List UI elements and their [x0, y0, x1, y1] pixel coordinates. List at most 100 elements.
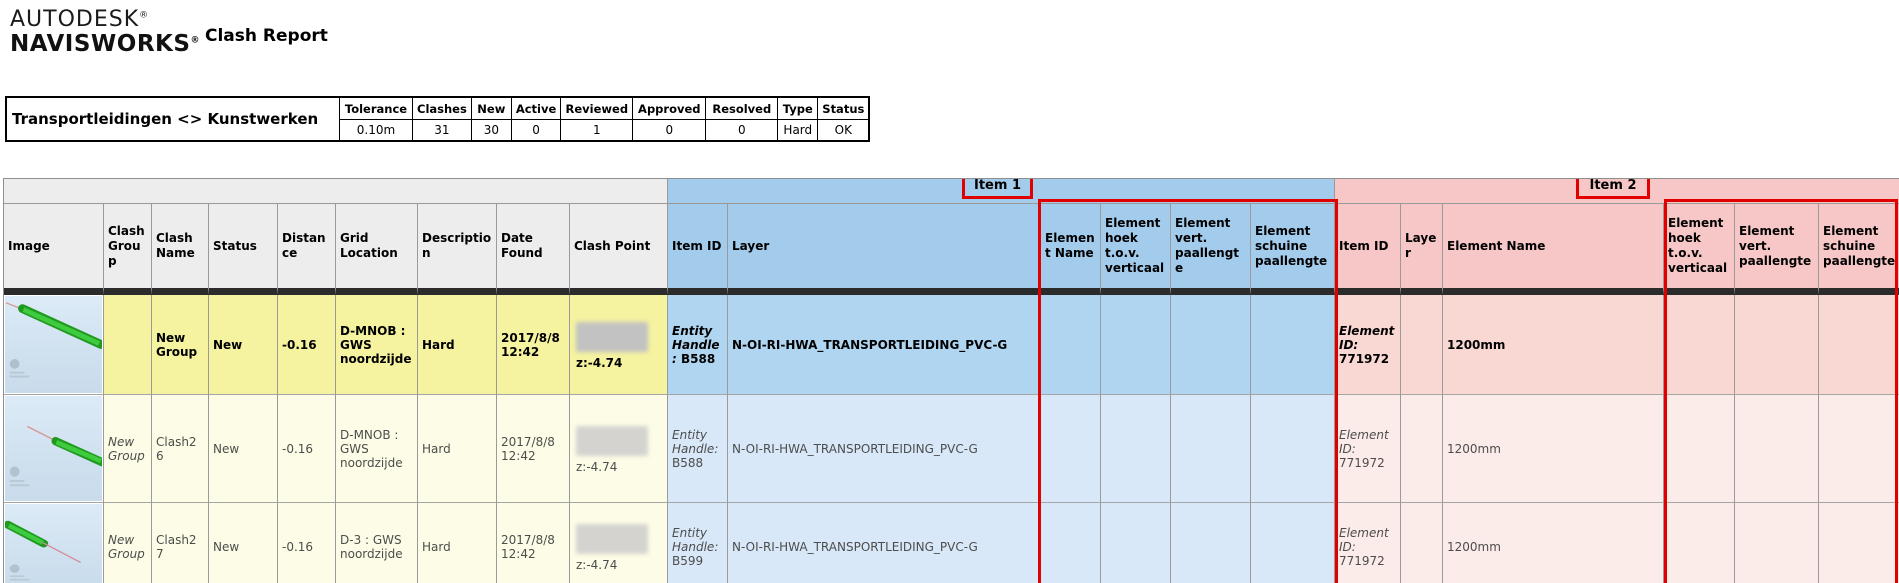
value-status: OK — [817, 119, 870, 142]
col-header-status: Status — [209, 203, 278, 295]
item1-band: Item 1 — [668, 179, 1335, 203]
value-active: 0 — [510, 119, 562, 142]
cell-clash-group: New Group — [104, 502, 152, 583]
cell-date-found: 2017/8/8 12:42 — [497, 394, 570, 502]
cell-item2-schuin — [1819, 502, 1899, 583]
clash-test-summary-table: Transportleidingen <> Kunstwerken Tolera… — [5, 96, 871, 142]
watermark-icon — [9, 466, 30, 487]
col-header-active: Active — [510, 96, 562, 120]
logo-navisworks-text: NAVISWORKS — [10, 30, 191, 57]
cell-item2-element-name: 1200mm — [1443, 502, 1664, 583]
registered-mark-icon: ® — [139, 10, 150, 21]
cell-status: New — [209, 502, 278, 583]
item2-label-badge: Item 2 — [1576, 179, 1650, 199]
col-header-item2-element-name: Element Name — [1443, 203, 1664, 295]
logo-line-autodesk: AUTODESK® — [10, 8, 200, 32]
cell-distance: -0.16 — [278, 295, 336, 394]
cell-grid-location: D-3 : GWS noordzijde — [336, 502, 418, 583]
cell-distance: -0.16 — [278, 394, 336, 502]
redacted-clash-point — [576, 321, 648, 352]
cell-item2-element-name: 1200mm — [1443, 295, 1664, 394]
cell-item2-layer — [1401, 295, 1443, 394]
item-band-row: Item 1 Item 2 — [4, 179, 1899, 203]
cell-item1-element-name — [1041, 502, 1101, 583]
col-header-description: Description — [418, 203, 497, 295]
col-header-tolerance: Tolerance — [339, 96, 413, 120]
cell-item2-schuin — [1819, 394, 1899, 502]
col-header-date-found: Date Found — [497, 203, 570, 295]
redacted-clash-point — [576, 425, 648, 456]
cell-clash-group — [104, 295, 152, 394]
cell-grid-location: D-MNOB : GWS noordzijde — [336, 394, 418, 502]
cell-item2-id: Element ID: 771972 — [1335, 394, 1401, 502]
clash-thumbnail-image — [5, 396, 102, 501]
cell-item2-vert — [1735, 502, 1819, 583]
summary-header-row: Transportleidingen <> Kunstwerken Tolera… — [5, 96, 870, 142]
page-title: Clash Report — [205, 26, 328, 46]
autodesk-navisworks-logo: AUTODESK® NAVISWORKS® — [10, 8, 200, 57]
cell-status: New — [209, 295, 278, 394]
cell-clash-point: z:-4.74 — [570, 394, 668, 502]
table-row-group: New Group New -0.16 D-MNOB : GWS noordzi… — [4, 295, 1899, 394]
value-new: 30 — [470, 119, 512, 142]
cell-date-found: 2017/8/8 12:42 — [497, 295, 570, 394]
watermark-icon — [9, 359, 30, 378]
clash-pipe-graphic — [5, 302, 102, 378]
value-approved: 0 — [632, 119, 707, 142]
cell-clash-point: z:-4.74 — [570, 295, 668, 394]
cell-status: New — [209, 394, 278, 502]
col-header-item2-schuin: Element schuine paallengte — [1819, 203, 1899, 295]
registered-mark-icon: ® — [190, 35, 200, 46]
cell-clash-name: New Group — [152, 295, 209, 394]
cell-item1-element-name — [1041, 394, 1101, 502]
cell-item2-hoek — [1664, 295, 1735, 394]
col-header-new: New — [470, 96, 512, 120]
cell-description: Hard — [418, 394, 497, 502]
cell-item2-hoek — [1664, 502, 1735, 583]
col-header-clashes: Clashes — [412, 96, 472, 120]
cell-item1-id: Entity Handle: B588 — [668, 295, 728, 394]
col-header-item2-layer: Layer — [1401, 203, 1443, 295]
cell-item2-schuin — [1819, 295, 1899, 394]
cell-item1-hoek — [1101, 502, 1171, 583]
clash-results-table-wrap: Item 1 Item 2 Image Clash Group Clash Na… — [3, 178, 1899, 583]
cell-clash-name: Clash27 — [152, 502, 209, 583]
cell-item2-layer — [1401, 502, 1443, 583]
col-header-item1-element-name: Element Name — [1041, 203, 1101, 295]
col-header-item2-vert: Element vert. paallengte — [1735, 203, 1819, 295]
cell-item2-id: Element ID: 771972 — [1335, 502, 1401, 583]
col-header-status: Status — [817, 96, 870, 120]
clash-point-z: z:-4.74 — [576, 355, 623, 370]
cell-description: Hard — [418, 295, 497, 394]
cell-distance: -0.16 — [278, 502, 336, 583]
cell-item1-id: Entity Handle: B588 — [668, 394, 728, 502]
cell-item2-id: Element ID: 771972 — [1335, 295, 1401, 394]
cell-item1-vert — [1171, 394, 1251, 502]
clash-point-z: z:-4.74 — [576, 459, 618, 474]
col-header-clash-group: Clash Group — [104, 203, 152, 295]
cell-image — [4, 295, 104, 394]
col-header-image: Image — [4, 203, 104, 295]
cell-grid-location: D-MNOB : GWS noordzijde — [336, 295, 418, 394]
clash-thumbnail-image — [5, 296, 102, 393]
clash-point-z: z:-4.74 — [576, 558, 618, 572]
cell-item1-id: Entity Handle: B599 — [668, 502, 728, 583]
clash-results-table: Item 1 Item 2 Image Clash Group Clash Na… — [4, 179, 1899, 583]
value-tolerance: 0.10m — [339, 119, 413, 142]
cell-item1-layer: N-OI-RI-HWA_TRANSPORTLEIDING_PVC-G — [728, 394, 1041, 502]
cell-item1-schuin — [1251, 394, 1335, 502]
redacted-clash-point — [576, 524, 648, 554]
col-header-item1-hoek: Element hoek t.o.v. verticaal — [1101, 203, 1171, 295]
cell-item1-vert — [1171, 295, 1251, 394]
clash-pipe-graphic — [5, 520, 82, 581]
clash-report-page: AUTODESK® NAVISWORKS® Clash Report Trans… — [0, 0, 1899, 583]
col-header-item1-vert: Element vert. paallengte — [1171, 203, 1251, 295]
cell-clash-group: New Group — [104, 394, 152, 502]
cell-item2-vert — [1735, 295, 1819, 394]
col-header-type: Type — [777, 96, 819, 120]
clash-thumbnail-image — [5, 504, 102, 583]
cell-item2-vert — [1735, 394, 1819, 502]
cell-item1-hoek — [1101, 295, 1171, 394]
logo-line-navisworks: NAVISWORKS® — [10, 30, 200, 57]
cell-item1-layer: N-OI-RI-HWA_TRANSPORTLEIDING_PVC-G — [728, 295, 1041, 394]
